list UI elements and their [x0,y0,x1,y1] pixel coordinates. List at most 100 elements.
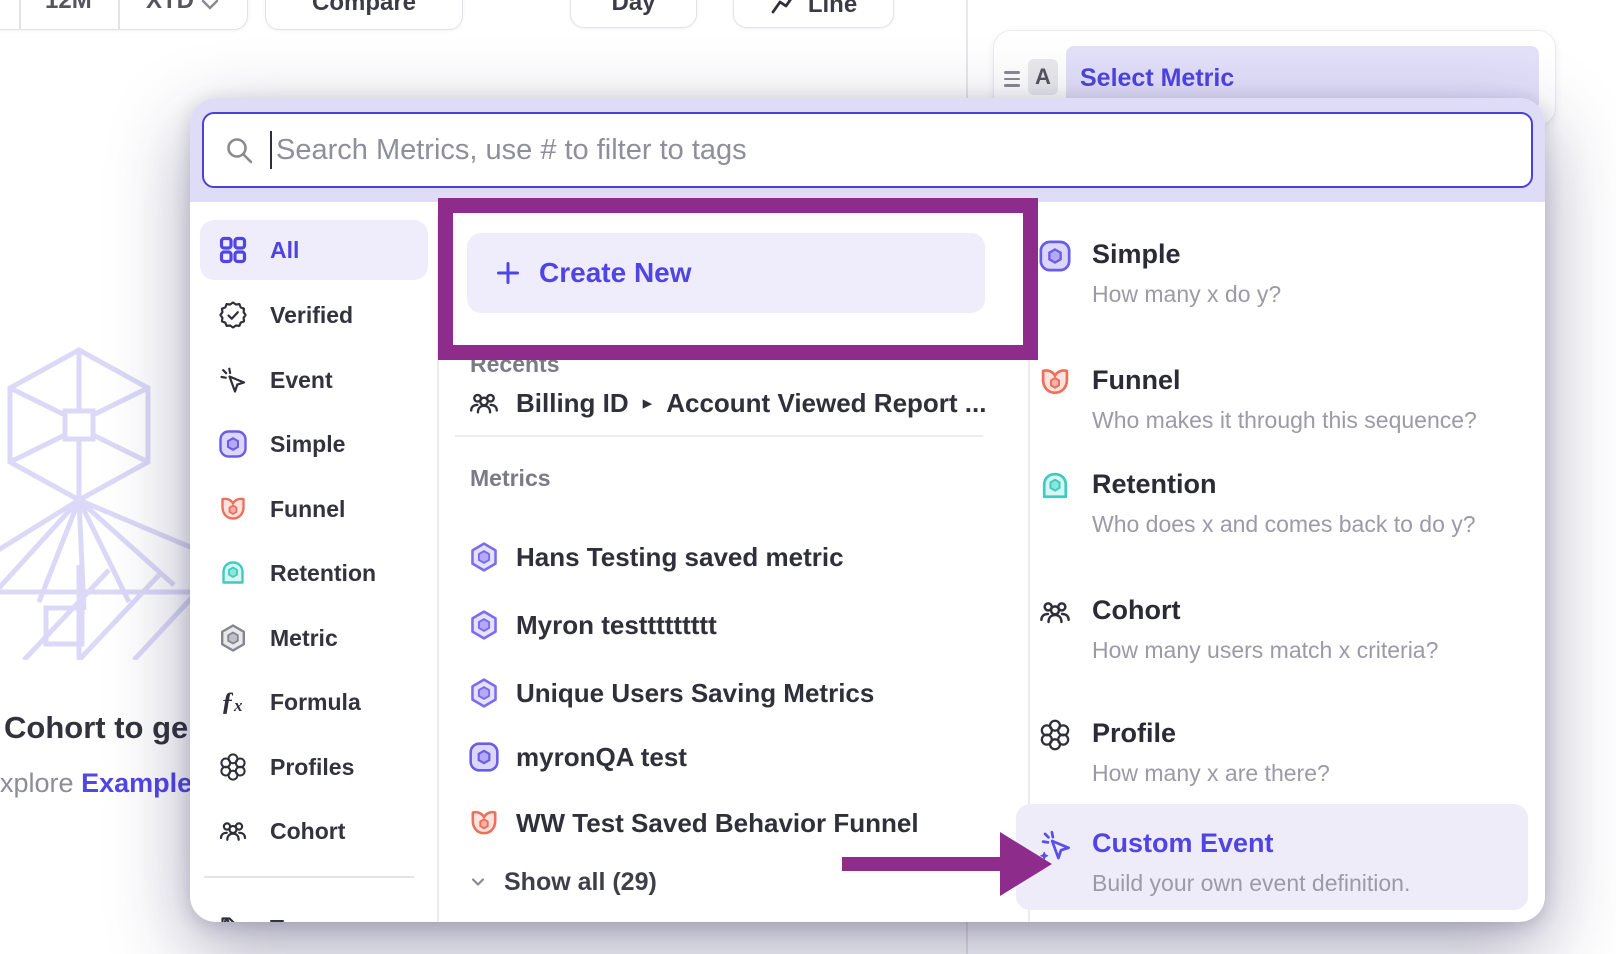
type-title: Funnel [1092,365,1181,396]
recent-item-event: Account Viewed Report ... [666,388,986,419]
recent-item-group: Billing ID [516,388,629,419]
breadcrumb-arrow-icon: ▸ [643,392,653,415]
sidebar-item-metric[interactable]: Metric [200,608,428,668]
search-input[interactable] [274,133,1531,168]
metric-hexagon-icon [218,623,248,653]
sidebar-item-profiles[interactable]: Profiles [200,737,428,797]
drag-handle-icon[interactable] [1004,71,1020,91]
metric-hexagon-icon [468,541,500,573]
verified-badge-icon [218,300,248,330]
simple-icon [218,429,248,459]
funnel-icon [218,494,248,524]
grid-icon [218,235,248,265]
sidebar-item-tags[interactable]: T [200,898,428,922]
date-range-segmented-control[interactable]: 12M XTD [0,0,248,30]
metric-list-item[interactable]: Hans Testing saved metric [468,535,844,579]
day-label: Day [611,0,655,17]
sidebar-item-label: All [270,237,299,264]
plus-icon [495,260,521,286]
simple-icon [468,741,500,773]
metric-hexagon-icon [468,677,500,709]
type-option-simple[interactable]: Simple How many x do y? [1038,239,1528,319]
segment-divider [19,0,21,29]
recents-heading: Recents [470,351,559,378]
type-option-cohort[interactable]: Cohort How many users match x criteria? [1038,595,1528,675]
chart-type-line-button[interactable]: Line [733,0,894,28]
line-label: Line [808,0,857,19]
type-option-retention[interactable]: Retention Who does x and comes back to d… [1038,469,1528,549]
example-link[interactable]: Example [81,768,192,798]
compare-label: Compare [312,0,416,17]
sidebar-item-label: T [270,915,284,923]
custom-event-icon [1038,828,1072,862]
funnel-icon [1038,365,1072,399]
show-all-label: Show all (29) [504,868,657,897]
metrics-picker-screen: { "toolbar": { "range_12m": "12M", "rang… [0,0,1616,954]
sidebar-item-funnel[interactable]: Funnel [200,479,428,539]
type-description: How many x do y? [1092,281,1281,308]
cohort-icon [218,816,248,846]
background-wireframe-illustration [0,330,204,660]
explore-prefix-text: xplore [0,768,74,798]
sidebar-item-label: Simple [270,431,345,458]
simple-icon [1038,239,1072,273]
type-title: Cohort [1092,595,1180,626]
granularity-day-button[interactable]: Day [570,0,697,28]
metric-list-item[interactable]: Unique Users Saving Metrics [468,671,874,715]
metric-list-item[interactable]: myronQA test [468,735,687,779]
retention-icon [1038,469,1072,503]
formula-icon: ƒx [218,687,248,717]
chevron-down-icon [201,0,219,11]
text-caret [270,131,272,169]
metric-list-item[interactable]: WW Test Saved Behavior Funnel [468,801,919,845]
metric-list-item[interactable]: Myron testtttttttt [468,603,717,647]
sidebar-item-label: Verified [270,302,353,329]
recent-item-row[interactable]: Billing ID ▸ Account Viewed Report ... [468,381,986,425]
metric-hexagon-icon [468,609,500,641]
series-a-badge: A [1028,59,1058,95]
sidebar-item-formula[interactable]: ƒx Formula [200,672,428,732]
create-new-label: Create New [539,257,692,289]
tag-icon [218,913,248,922]
empty-state-headline: Cohort to ge [4,710,188,746]
chevron-down-icon [468,872,488,892]
metric-picker-modal: All Verified Event Simple Funnel Retenti… [190,98,1545,922]
type-option-custom-event[interactable]: Custom Event Build your own event defini… [1038,828,1528,908]
sidebar-item-label: Funnel [270,496,345,523]
sidebar-item-all[interactable]: All [200,220,428,280]
sidebar-item-retention[interactable]: Retention [200,543,428,603]
metric-name: myronQA test [516,742,687,773]
sidebar-item-label: Profiles [270,754,354,781]
cohort-icon [1038,595,1072,629]
sidebar-item-label: Retention [270,560,376,587]
funnel-icon [468,807,500,839]
sidebar-item-verified[interactable]: Verified [200,285,428,345]
range-12m-button[interactable]: 12M [45,0,92,15]
segment-divider [118,0,120,29]
create-new-button[interactable]: Create New [467,233,985,313]
type-title: Profile [1092,718,1176,749]
cohort-icon [468,387,500,419]
type-option-funnel[interactable]: Funnel Who makes it through this sequenc… [1038,365,1528,445]
type-description: Who makes it through this sequence? [1092,407,1477,434]
type-option-profile[interactable]: Profile How many x are there? [1038,718,1528,798]
section-divider [455,435,983,437]
profiles-icon [1038,718,1072,752]
show-all-toggle[interactable]: Show all (29) [468,860,657,904]
type-description: How many users match x criteria? [1092,637,1438,664]
type-description: Who does x and comes back to do y? [1092,511,1476,538]
sidebar-item-label: Metric [270,625,338,652]
metric-name: Hans Testing saved metric [516,542,844,573]
compare-button[interactable]: Compare [265,0,463,30]
column-divider [437,216,439,922]
type-description: Build your own event definition. [1092,870,1410,897]
sidebar-item-simple[interactable]: Simple [200,414,428,474]
sidebar-divider [204,876,414,878]
sidebar-item-event[interactable]: Event [200,350,428,410]
range-xtd-button[interactable]: XTD [146,0,194,15]
type-title: Custom Event [1092,828,1274,859]
sidebar-item-cohort[interactable]: Cohort [200,801,428,861]
search-box[interactable] [202,112,1533,188]
event-cursor-icon [218,365,248,395]
sidebar-item-label: Cohort [270,818,345,845]
